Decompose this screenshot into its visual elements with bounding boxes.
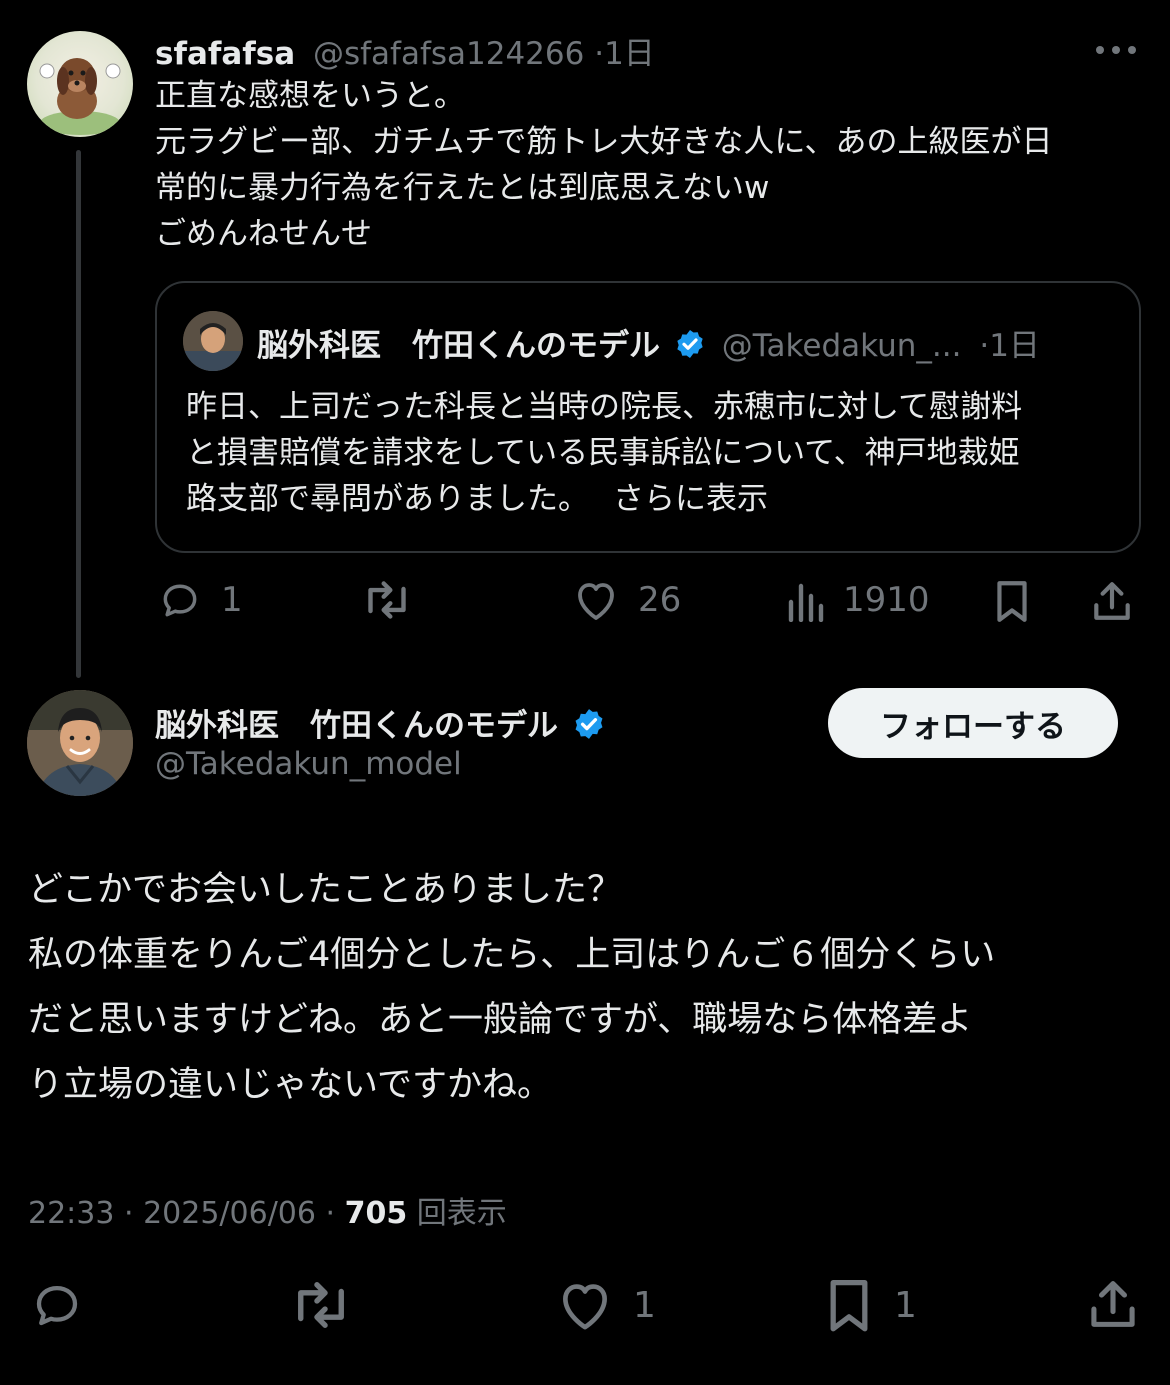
view-label: 回表示 [416, 1196, 507, 1231]
bookmark-action[interactable] [990, 578, 1034, 624]
post-timestamp[interactable]: 22:33 · 2025/06/06 · [28, 1196, 345, 1231]
view-count: 705 [344, 1196, 408, 1231]
author-handle[interactable]: @sfafafsa124266 [313, 36, 584, 72]
main-post-text: どこかでお会いしたことありました？ 私の体重をりんご4個分としたら、上司はりんご… [28, 858, 995, 1118]
verified-badge-icon [572, 707, 606, 749]
reply-action[interactable] [28, 1278, 86, 1332]
author-name[interactable]: 脳外科医 竹田くんのモデル [155, 708, 558, 744]
avatar-takedakun[interactable] [27, 690, 133, 796]
repost-action[interactable] [360, 578, 414, 622]
views-count: 1910 [843, 580, 930, 620]
share-icon [1094, 582, 1130, 620]
text-line: 正直な感想をいうと。 [155, 78, 465, 114]
avatar-sfafafsa[interactable] [27, 31, 133, 137]
views-action[interactable]: 1910 [785, 578, 930, 622]
follow-button[interactable]: フォローする [828, 688, 1118, 758]
text-line: 私の体重をりんご4個分としたら、上司はりんご６個分くらい [28, 935, 996, 975]
quote-header: 脳外科医 竹田くんのモデル @Takedakun_... ·1日 [257, 320, 1040, 368]
bookmark-icon [830, 1279, 868, 1332]
thread-connector-line [76, 150, 81, 678]
doctor-illustration [27, 690, 133, 796]
reply-count: 1 [221, 580, 243, 620]
like-icon [563, 1284, 607, 1330]
author-name[interactable]: sfafafsa [155, 36, 295, 72]
like-icon [578, 583, 614, 620]
share-action[interactable] [1089, 578, 1135, 624]
reply-post-text: 正直な感想をいうと。 元ラグビー部、ガチムチで筋トレ大好きな人に、あの上級医が日… [155, 73, 1052, 257]
like-count: 1 [633, 1284, 656, 1326]
quote-author-name: 脳外科医 竹田くんのモデル [257, 328, 660, 364]
text-line: 常的に暴力行為を行えたとは到底思えないw [155, 170, 770, 206]
main-post-author: 脳外科医 竹田くんのモデル [155, 700, 606, 749]
dachshund-illustration [39, 58, 121, 135]
reply-post-header: sfafafsa @sfafafsa124266 ·1日 [155, 28, 655, 73]
verified-badge-icon [674, 328, 706, 368]
text-line: り立場の違いじゃないですかね。 [28, 1065, 552, 1105]
text-line: ごめんねせんせ [155, 216, 372, 252]
reply-icon [36, 1285, 78, 1326]
reply-icon [163, 584, 197, 617]
like-action[interactable]: 1 [555, 1278, 656, 1332]
repost-icon [298, 1282, 344, 1328]
views-icon [788, 583, 824, 622]
quote-text: 昨日、上司だった科長と当時の院長、赤穂市に対して慰謝料 と損害賠償を請求をしてい… [186, 384, 1022, 522]
text-line: 昨日、上司だった科長と当時の院長、赤穂市に対して慰謝料 [186, 389, 1023, 425]
text-line: と損害賠償を請求をしている民事訴訟について、神戸地裁姫 [186, 435, 1020, 471]
post-time[interactable]: ·1日 [594, 36, 655, 72]
repost-action[interactable] [288, 1278, 354, 1332]
bookmark-icon [997, 581, 1027, 622]
bookmark-action[interactable]: 1 [822, 1276, 917, 1334]
more-icon[interactable] [1094, 42, 1138, 56]
like-count: 26 [638, 580, 682, 620]
text-line: 元ラグビー部、ガチムチで筋トレ大好きな人に、あの上級医が日 [155, 124, 1053, 160]
quote-time: ·1日 [979, 328, 1040, 364]
quote-author-handle: @Takedakun_... [721, 328, 962, 364]
text-line: どこかでお会いしたことありました？ [28, 870, 622, 910]
post-meta: 22:33 · 2025/06/06 · 705 回表示 [28, 1188, 507, 1232]
bookmark-count: 1 [894, 1284, 917, 1326]
repost-icon [368, 581, 406, 619]
text-line: だと思いますけどね。あと一般論ですが、職場なら体格差よ [28, 1000, 973, 1040]
text-line: 路支部で尋問がありました。 [186, 481, 589, 517]
show-more-link[interactable]: さらに表示 [613, 481, 768, 517]
like-action[interactable]: 26 [572, 578, 681, 622]
quote-author-avatar [183, 311, 243, 371]
share-icon [1091, 1281, 1135, 1327]
author-handle[interactable]: @Takedakun_model [155, 746, 462, 782]
share-action[interactable] [1085, 1276, 1141, 1332]
reply-action[interactable]: 1 [157, 578, 243, 622]
